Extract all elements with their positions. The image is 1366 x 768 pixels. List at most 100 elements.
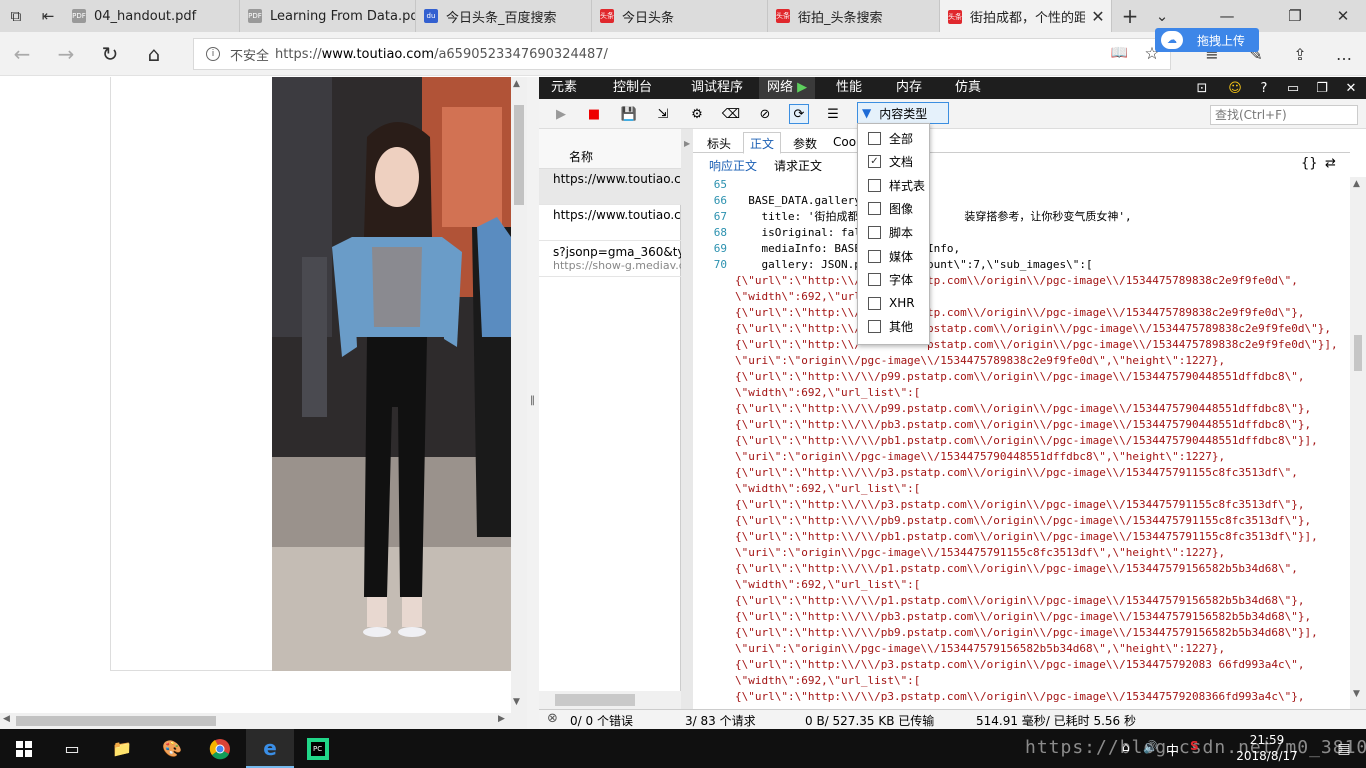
scroll-right-icon[interactable]: ▶ <box>498 714 505 724</box>
response-body-tab[interactable]: 响应正文 <box>709 157 757 174</box>
url-input[interactable]: i 不安全 https://www.toutiao.com/a659052334… <box>193 38 1171 70</box>
upload-button[interactable]: ☁ 拖拽上传 <box>1155 28 1259 52</box>
checkbox-icon[interactable] <box>868 320 881 334</box>
response-body-code[interactable]: 65 66 BASE_DATA.gallery 67 title: '街拍成都 装穿… <box>693 177 1350 709</box>
devtools-tab-performance[interactable]: 性能 <box>836 77 862 99</box>
refresh-icon[interactable]: ↻ <box>88 32 132 76</box>
request-body-tab[interactable]: 请求正文 <box>774 157 822 174</box>
scrollbar-thumb[interactable] <box>16 716 216 726</box>
close-window-icon[interactable]: ✕ <box>1320 0 1366 32</box>
splitter-grip-icon[interactable]: ‖ <box>530 395 535 406</box>
scrollbar-thumb[interactable] <box>514 105 524 205</box>
request-row[interactable]: https://www.toutiao.com <box>539 205 681 241</box>
page-vertical-scrollbar[interactable]: ▲ ▼ <box>511 77 527 713</box>
devtools-tab-debugger[interactable]: 调试程序 <box>691 77 743 99</box>
devtools-tab-network[interactable]: 网络 ▶ <box>759 77 816 99</box>
set-tabs-aside-icon[interactable]: ⇤ <box>32 0 64 32</box>
pretty-print-icon[interactable]: {} <box>1301 156 1318 171</box>
request-row[interactable]: s?jsonp=gma_360&typehttps://show-g.media… <box>539 241 681 277</box>
scroll-down-icon[interactable]: ▼ <box>1353 689 1360 699</box>
tab-baidu-search[interactable]: du 今日头条_百度搜索 <box>416 0 592 32</box>
clear-entries-icon[interactable]: ☰ <box>823 104 843 124</box>
checkbox-icon[interactable] <box>868 296 881 310</box>
close-devtools-icon[interactable]: ✕ <box>1338 77 1364 99</box>
filter-option[interactable]: XHR <box>868 293 915 313</box>
checkbox-icon[interactable] <box>868 225 881 239</box>
info-icon[interactable]: i <box>206 47 220 61</box>
close-tab-icon[interactable]: ✕ <box>1085 7 1111 26</box>
scrollbar-thumb[interactable] <box>555 694 635 706</box>
checkbox-icon[interactable] <box>868 202 881 216</box>
notification-icon[interactable]: ▤ <box>1322 729 1366 768</box>
filter-option[interactable]: 图像 <box>868 199 913 219</box>
windows-start-icon[interactable] <box>0 729 48 768</box>
volume-icon[interactable]: 🔊 <box>1143 740 1158 754</box>
code-vertical-scrollbar[interactable]: ▲ ▼ <box>1350 177 1366 709</box>
sogou-ime-icon[interactable]: S <box>1190 739 1199 753</box>
filter-option[interactable]: 其他 <box>868 317 913 337</box>
ime-indicator[interactable]: 中 <box>1166 740 1179 759</box>
detail-tab-params[interactable]: 参数 <box>793 135 817 152</box>
help-icon[interactable]: ? <box>1251 77 1277 99</box>
tab-handout[interactable]: PDF 04_handout.pdf <box>64 0 240 32</box>
tab-jiepai-search[interactable]: 头条 街拍_头条搜索 <box>768 0 940 32</box>
devtools-tab-elements[interactable]: 元素 <box>551 77 577 99</box>
page-horizontal-scrollbar[interactable]: ◀ ▶ <box>0 713 527 729</box>
tab-manager-icon[interactable]: ⧉ <box>0 0 32 32</box>
detail-splitter[interactable]: ▶ <box>681 129 693 709</box>
clear-cache-icon[interactable]: ⊘ <box>755 104 775 124</box>
filter-option[interactable]: 脚本 <box>868 222 913 242</box>
devtools-splitter[interactable]: ‖ <box>527 77 539 729</box>
tab-jiepai-chengdu[interactable]: 头条 街拍成都，个性的距 ✕ <box>940 0 1112 33</box>
tab-learning-from-data[interactable]: PDF Learning From Data.pd <box>240 0 416 32</box>
pycharm-icon[interactable]: PC <box>294 729 342 768</box>
scroll-up-icon[interactable]: ▲ <box>513 79 520 89</box>
forward-icon[interactable]: → <box>44 32 88 76</box>
filter-option[interactable]: 样式表 <box>868 175 925 195</box>
filter-option[interactable]: 字体 <box>868 270 913 290</box>
content-type-filter[interactable]: ▼ 内容类型 <box>857 102 949 124</box>
feedback-smiley-icon[interactable]: ☺ <box>1222 77 1248 99</box>
clear-session-icon[interactable]: ⌫ <box>721 104 741 124</box>
paint-app-icon[interactable]: 🎨 <box>148 729 196 768</box>
devtools-tab-console[interactable]: 控制台 <box>613 77 652 99</box>
detail-tab-body[interactable]: 正文 <box>743 132 782 154</box>
task-view-icon[interactable]: ▭ <box>48 729 96 768</box>
filter-option[interactable]: 全部 <box>868 128 913 148</box>
clear-on-navigate-icon[interactable]: ⚙ <box>687 104 707 124</box>
tab-toutiao[interactable]: 头条 今日头条 <box>592 0 768 32</box>
name-column-header[interactable]: 名称 <box>569 148 593 165</box>
filter-option[interactable]: 媒体 <box>868 246 913 266</box>
find-input[interactable]: 查找(Ctrl+F) <box>1210 105 1358 125</box>
file-explorer-icon[interactable]: 📁 <box>98 729 146 768</box>
edge-browser-icon[interactable]: e <box>246 729 294 768</box>
dock-icon[interactable]: ▭ <box>1280 77 1306 99</box>
reading-view-icon[interactable]: 📖 <box>1111 45 1128 61</box>
detail-tab-headers[interactable]: 标头 <box>707 135 731 152</box>
scroll-up-icon[interactable]: ▲ <box>1353 179 1360 189</box>
checkbox-icon[interactable] <box>868 131 881 145</box>
chrome-icon[interactable] <box>196 729 244 768</box>
console-toggle-icon[interactable]: ⊡ <box>1189 77 1215 99</box>
checked-checkbox-icon[interactable]: ✓ <box>868 155 881 169</box>
back-icon[interactable]: ← <box>0 32 44 76</box>
always-refresh-icon[interactable]: ⟳ <box>789 104 809 124</box>
checkbox-icon[interactable] <box>868 249 881 263</box>
clock[interactable]: 21:59 2018/8/17 <box>1222 732 1312 764</box>
devtools-tab-emulation[interactable]: 仿真 <box>955 77 981 99</box>
new-tab-icon[interactable]: + <box>1114 0 1146 32</box>
collapse-arrow-icon[interactable]: ▶ <box>684 139 690 148</box>
scroll-down-icon[interactable]: ▼ <box>513 697 520 707</box>
start-profiling-icon[interactable]: ▶ <box>551 104 571 124</box>
scroll-left-icon[interactable]: ◀ <box>3 714 10 724</box>
restore-icon[interactable]: ❐ <box>1272 0 1318 32</box>
more-icon[interactable]: … <box>1322 32 1366 76</box>
network-icon[interactable]: ⌂ <box>1122 740 1130 754</box>
request-row[interactable]: https://www.toutiao.com <box>539 169 681 205</box>
share-icon[interactable]: ⇪ <box>1278 32 1322 76</box>
word-wrap-icon[interactable]: ⇄ <box>1325 156 1336 171</box>
checkbox-icon[interactable] <box>868 178 881 192</box>
devtools-tab-memory[interactable]: 内存 <box>896 77 922 99</box>
export-har-icon[interactable]: 💾 <box>619 104 639 124</box>
request-list-scrollbar[interactable] <box>539 691 681 709</box>
